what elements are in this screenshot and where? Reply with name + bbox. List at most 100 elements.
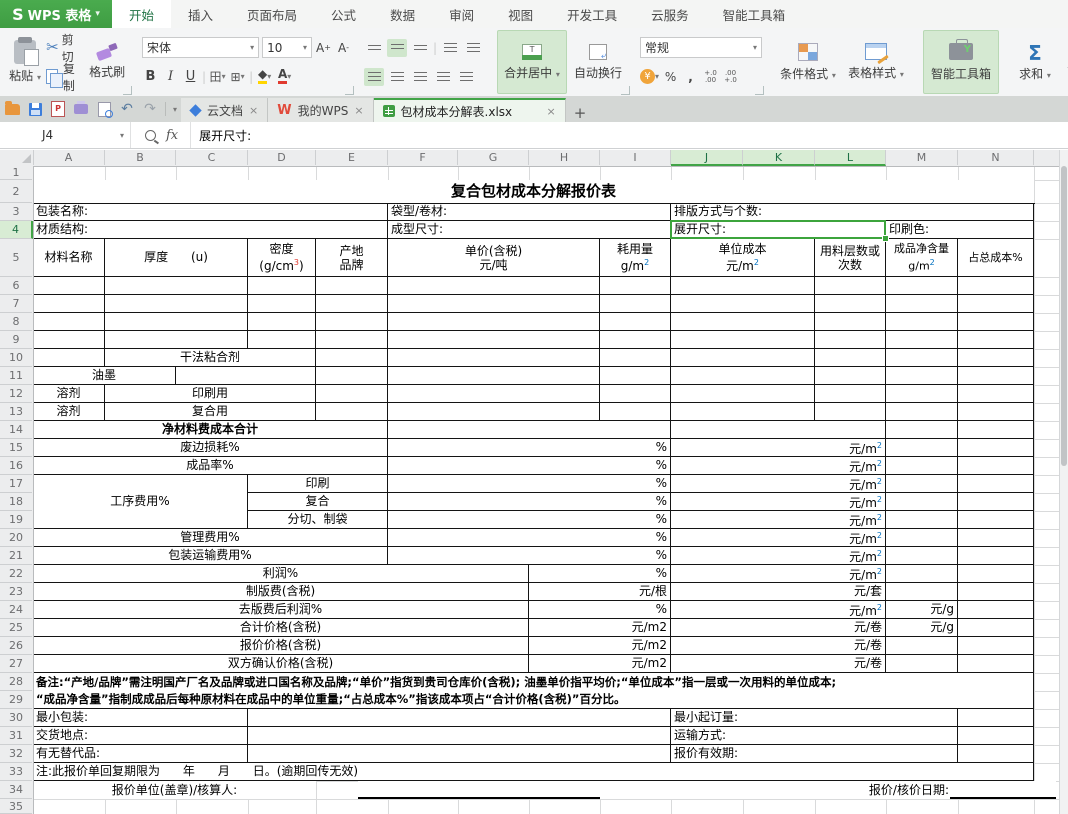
align-right-icon[interactable] <box>410 68 430 86</box>
doc-tab[interactable]: 云文档× <box>181 98 268 122</box>
cell[interactable] <box>671 367 815 385</box>
fill-color-button[interactable]: ◆▾ <box>256 67 273 86</box>
cell-元/m²[interactable]: 元/m2 <box>671 457 886 475</box>
close-icon[interactable]: × <box>354 104 363 117</box>
row-header-1[interactable]: 1 <box>0 166 32 180</box>
cell[interactable] <box>600 295 671 313</box>
cell[interactable] <box>815 277 886 295</box>
currency-format-button[interactable]: ¥▾ <box>640 67 659 86</box>
cell[interactable] <box>671 403 815 421</box>
cell-元/m2[interactable]: 元/m2 <box>529 619 671 637</box>
column-header-N[interactable]: N <box>958 150 1034 165</box>
row-header-12[interactable]: 12 <box>0 385 32 403</box>
wrap-text-button[interactable]: 自动换行 <box>569 31 627 93</box>
cell-复合用[interactable]: 复合用 <box>105 403 316 421</box>
row-header-9[interactable]: 9 <box>0 331 32 349</box>
alignment-dialog-launcher[interactable] <box>621 86 630 95</box>
scrollbar-thumb[interactable] <box>1061 166 1067 466</box>
cell[interactable] <box>105 295 248 313</box>
cell[interactable] <box>388 421 671 439</box>
cell-交货地点:[interactable]: 交货地点: <box>33 727 248 745</box>
cell-印刷色:[interactable]: 印刷色: <box>886 221 1034 239</box>
cell[interactable] <box>248 313 316 331</box>
cell[interactable] <box>815 349 886 367</box>
cell-用料层数或 次数[interactable]: 用料层数或次数 <box>815 239 886 277</box>
cell-运输方式:[interactable]: 运输方式: <box>671 727 958 745</box>
open-file-button[interactable] <box>4 101 20 117</box>
cell-元/m²[interactable]: 元/m2 <box>671 547 886 565</box>
cell[interactable] <box>33 313 105 331</box>
cell[interactable] <box>958 727 1034 745</box>
cell[interactable] <box>248 277 316 295</box>
column-header-F[interactable]: F <box>388 150 458 165</box>
cell[interactable] <box>316 313 388 331</box>
cell-元/套[interactable]: 元/套 <box>671 583 886 601</box>
cell[interactable] <box>248 295 316 313</box>
row-header-3[interactable]: 3 <box>0 203 32 221</box>
cell[interactable] <box>886 511 958 529</box>
cell-元/m²[interactable]: 元/m2 <box>671 511 886 529</box>
cell-复合包材成本分解报价表[interactable]: 复合包材成本分解报价表 <box>33 180 1034 203</box>
cell-报价有效期:[interactable]: 报价有效期: <box>671 745 958 763</box>
chevron-down-icon[interactable]: ▾ <box>95 9 100 19</box>
increase-decimal-button[interactable]: +.0.00 <box>702 67 719 86</box>
row-header-17[interactable]: 17 <box>0 475 32 493</box>
menu-tab-页面布局[interactable]: 页面布局 <box>230 0 314 28</box>
row-header-24[interactable]: 24 <box>0 601 32 619</box>
column-header-H[interactable]: H <box>529 150 600 165</box>
row-header-20[interactable]: 20 <box>0 529 32 547</box>
row-header-35[interactable]: 35 <box>0 799 32 814</box>
cell-展开尺寸:[interactable]: 展开尺寸: <box>671 221 886 239</box>
cell-印刷[interactable]: 印刷 <box>248 475 388 493</box>
cell-%[interactable]: % <box>388 457 671 475</box>
cell[interactable] <box>388 331 600 349</box>
cell-材料名称[interactable]: 材料名称 <box>33 239 105 277</box>
cell-利润%[interactable]: 利润% <box>33 565 529 583</box>
cell[interactable] <box>388 277 600 295</box>
quick-access-dropdown[interactable]: ▾ <box>173 105 177 114</box>
cell[interactable] <box>600 367 671 385</box>
cell[interactable] <box>671 331 815 349</box>
cell[interactable] <box>958 529 1034 547</box>
align-center-icon[interactable] <box>387 68 407 86</box>
cell-包装名称:[interactable]: 包装名称: <box>33 203 388 221</box>
wps-logo[interactable]: S WPS 表格 ▾ <box>0 0 112 28</box>
cell-工序费用%[interactable]: 工序费用% <box>33 475 248 529</box>
row-header-32[interactable]: 32 <box>0 745 32 763</box>
font-name-select[interactable]: 宋体▾ <box>142 37 259 58</box>
paste-button[interactable]: 粘贴 ▾ <box>5 31 45 93</box>
cell-最小起订量:[interactable]: 最小起订量: <box>671 709 958 727</box>
cell[interactable] <box>958 295 1034 313</box>
cell[interactable] <box>388 385 600 403</box>
column-header-M[interactable]: M <box>886 150 958 165</box>
cell[interactable] <box>815 295 886 313</box>
cell-油墨[interactable]: 油墨 <box>33 367 176 385</box>
cell[interactable] <box>958 619 1034 637</box>
cell-废边损耗%[interactable]: 废边损耗% <box>33 439 388 457</box>
row-header-33[interactable]: 33 <box>0 763 32 781</box>
row-header-16[interactable]: 16 <box>0 457 32 475</box>
cell-元/m²[interactable]: 元/m2 <box>671 565 886 583</box>
cell[interactable] <box>105 277 248 295</box>
underline-button[interactable]: U <box>182 67 199 86</box>
cell[interactable] <box>958 421 1034 439</box>
cell[interactable] <box>950 781 1056 799</box>
formula-input[interactable]: 展开尺寸: <box>190 122 1068 148</box>
cell[interactable] <box>958 475 1034 493</box>
cell-元/m²[interactable]: 元/m2 <box>671 439 886 457</box>
cell[interactable] <box>671 385 815 403</box>
close-icon[interactable]: × <box>249 104 258 117</box>
cell-元/g[interactable]: 元/g <box>886 601 958 619</box>
cell[interactable] <box>886 439 958 457</box>
select-all-corner[interactable] <box>0 150 34 165</box>
cell-元/卷[interactable]: 元/卷 <box>671 637 886 655</box>
cell[interactable] <box>958 511 1034 529</box>
cell-干法粘合剂[interactable]: 干法粘合剂 <box>105 349 316 367</box>
save-button[interactable] <box>27 101 43 117</box>
cell[interactable] <box>316 349 388 367</box>
cell-元/m²[interactable]: 元/m2 <box>671 493 886 511</box>
cell-%[interactable]: % <box>388 511 671 529</box>
cell[interactable] <box>248 709 671 727</box>
row-header-28[interactable]: 28 <box>0 673 32 691</box>
sum-button[interactable]: Σ 求和 ▾ <box>1013 31 1057 93</box>
